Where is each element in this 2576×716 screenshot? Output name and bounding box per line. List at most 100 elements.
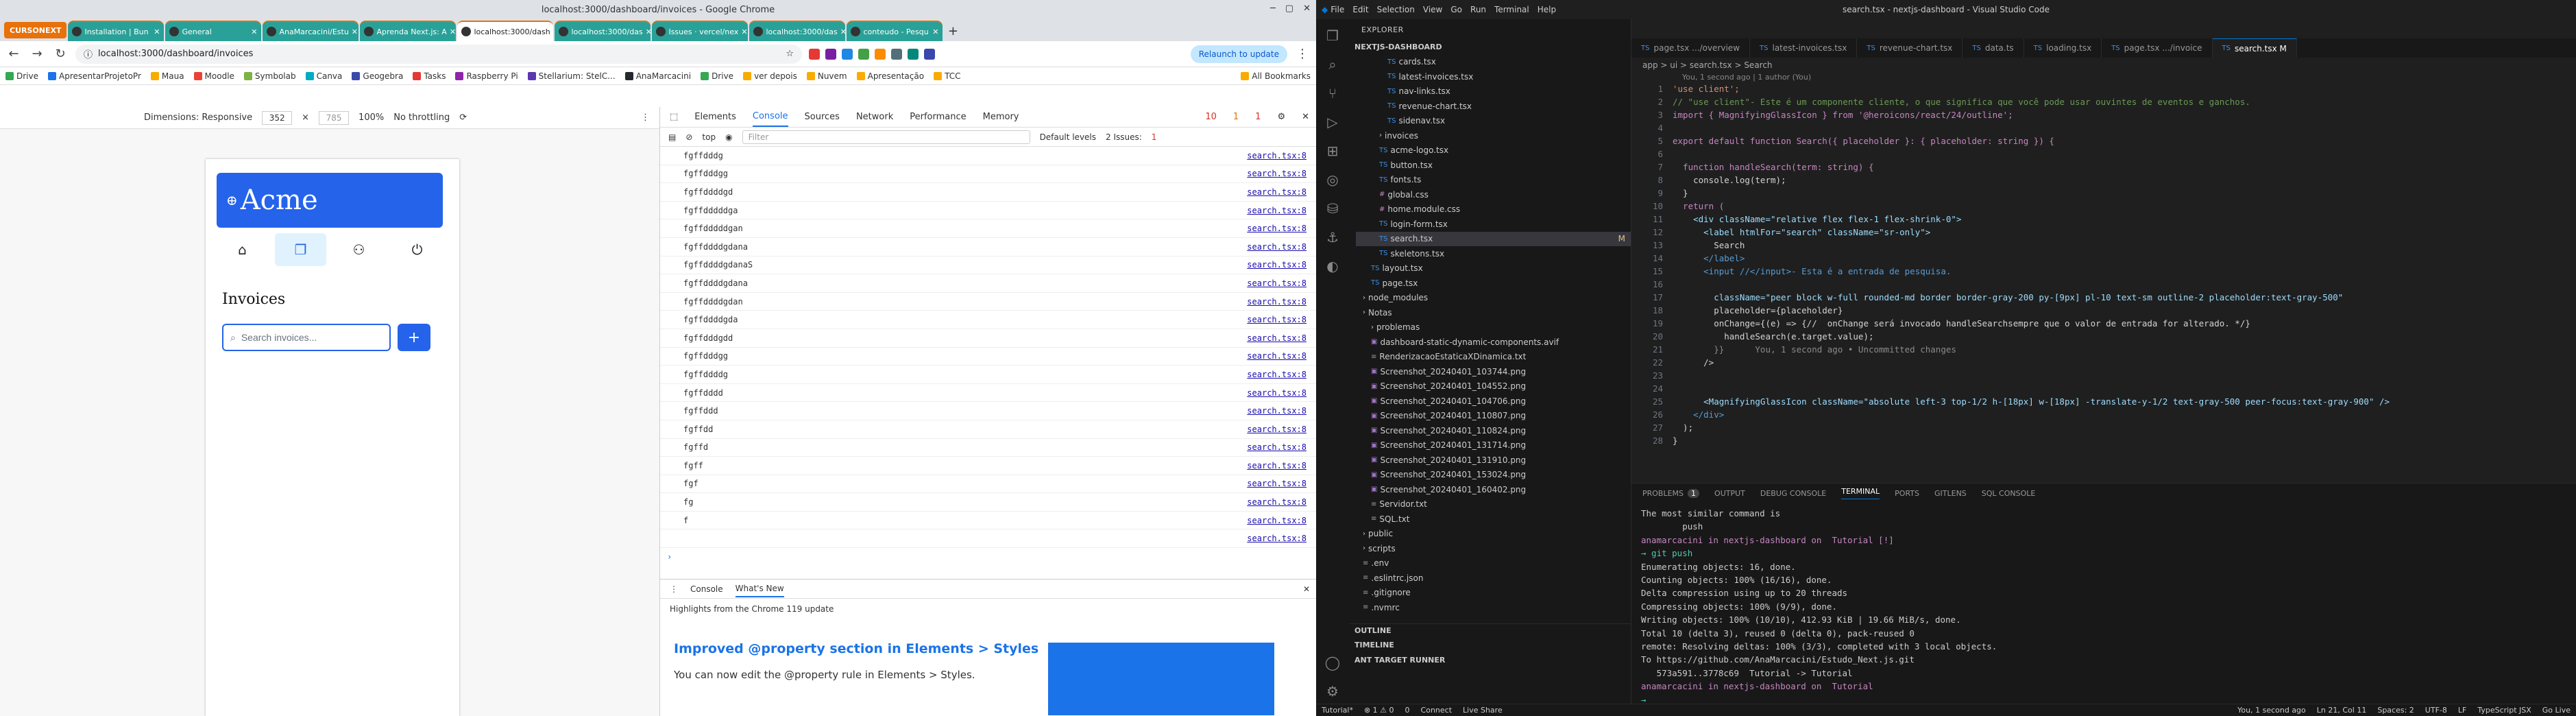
bookmark-item[interactable]: ver depois <box>743 71 797 81</box>
menu-file[interactable]: File <box>1330 5 1344 14</box>
source-control-icon[interactable]: ⑂ <box>1328 85 1337 102</box>
folder-item[interactable]: › invoices <box>1356 128 1631 143</box>
file-item[interactable]: TS sidenav.tsx <box>1356 114 1631 129</box>
file-item[interactable]: TS acme-logo.tsx <box>1356 143 1631 158</box>
terminal[interactable]: The most similar command is push anamarca… <box>1631 503 2576 711</box>
browser-tab[interactable]: AnaMarcacini/Estu ✕ <box>263 21 359 41</box>
filter-input[interactable]: Filter <box>742 130 1030 144</box>
log-source-link[interactable]: search.tsx:8 <box>1247 406 1307 416</box>
file-item[interactable]: TS fonts.ts <box>1356 173 1631 188</box>
eye-icon[interactable]: ◉ <box>725 132 732 142</box>
context-select[interactable]: top <box>702 132 716 142</box>
file-item[interactable]: ▣ Screenshot_20240401_103744.png <box>1356 364 1631 379</box>
bookmark-item[interactable]: Apresentação <box>856 71 924 81</box>
log-source-link[interactable]: search.tsx:8 <box>1247 224 1307 233</box>
folder-item[interactable]: › Notas <box>1356 305 1631 320</box>
rotate-icon[interactable]: ⟳ <box>459 112 467 123</box>
log-source-link[interactable]: search.tsx:8 <box>1247 442 1307 452</box>
log-source-link[interactable]: search.tsx:8 <box>1247 206 1307 215</box>
panel-tab-gitlens[interactable]: GITLENS <box>1934 489 1967 498</box>
height-input[interactable]: 785 <box>319 110 350 125</box>
branch-status[interactable]: Tutorial* <box>1322 706 1353 715</box>
file-item[interactable]: # home.module.css <box>1356 202 1631 217</box>
tab-close-icon[interactable]: ✕ <box>154 27 160 36</box>
drawer-menu-icon[interactable]: ⋮ <box>670 584 678 594</box>
file-item[interactable]: ▣ Screenshot_20240401_153024.png <box>1356 468 1631 483</box>
menu-help[interactable]: Help <box>1538 5 1556 14</box>
file-item[interactable]: ▣ Screenshot_20240401_160402.png <box>1356 482 1631 497</box>
file-item[interactable]: ▣ Screenshot_20240401_104552.png <box>1356 379 1631 394</box>
add-invoice-button[interactable]: + <box>398 324 430 351</box>
menu-go[interactable]: Go <box>1450 5 1462 14</box>
extension-icon[interactable] <box>809 48 820 60</box>
extension-icon[interactable] <box>875 48 886 60</box>
file-item[interactable]: ▣ Screenshot_20240401_110807.png <box>1356 409 1631 424</box>
log-source-link[interactable]: search.tsx:8 <box>1247 351 1307 361</box>
file-item[interactable]: TS page.tsx <box>1356 276 1631 291</box>
issues-label[interactable]: 2 Issues: <box>1106 132 1142 142</box>
reload-icon[interactable]: ↻ <box>52 47 69 61</box>
bookmark-item[interactable]: Canva <box>305 71 342 81</box>
tab-close-icon[interactable]: ✕ <box>646 27 651 36</box>
file-item[interactable]: TS button.tsx <box>1356 158 1631 173</box>
log-source-link[interactable]: search.tsx:8 <box>1247 260 1307 270</box>
menu-selection[interactable]: Selection <box>1377 5 1415 14</box>
tab-close-icon[interactable]: ✕ <box>932 27 938 36</box>
drawer-tab-whats-new[interactable]: What's New <box>735 581 784 597</box>
log-source-link[interactable]: search.tsx:8 <box>1247 370 1307 379</box>
tab-close-icon[interactable]: ✕ <box>553 27 554 36</box>
menu-view[interactable]: View <box>1423 5 1442 14</box>
log-source-link[interactable]: search.tsx:8 <box>1247 333 1307 343</box>
browser-tab[interactable]: localhost:3000/dash✕ <box>457 21 554 41</box>
log-source-link[interactable]: search.tsx:8 <box>1247 242 1307 252</box>
log-source-link[interactable]: search.tsx:8 <box>1247 425 1307 434</box>
zoom-select[interactable]: 100% <box>359 112 384 123</box>
log-source-link[interactable]: search.tsx:8 <box>1247 169 1307 178</box>
tab-close-icon[interactable]: ✕ <box>840 27 846 36</box>
menu-run[interactable]: Run <box>1470 5 1486 14</box>
panel-tab-sql-console[interactable]: SQL CONSOLE <box>1982 489 2036 498</box>
log-source-link[interactable]: search.tsx:8 <box>1247 297 1307 307</box>
search-input[interactable]: ⌕ Search invoices... <box>222 324 391 351</box>
editor-tab[interactable]: TS page.tsx .../invoice <box>2102 38 2213 58</box>
power-icon[interactable]: ⏻ <box>391 233 443 266</box>
devtools-settings-icon[interactable]: ⚙ <box>1277 112 1285 122</box>
log-source-link[interactable]: search.tsx:8 <box>1247 187 1307 197</box>
editor-tab[interactable]: TS revenue-chart.tsx <box>1857 38 1963 58</box>
file-item[interactable]: ≡ Servidor.txt <box>1356 497 1631 512</box>
throttle-select[interactable]: No throttling <box>393 112 450 123</box>
search-icon[interactable]: ⌕ <box>1328 56 1336 73</box>
ant-runner-section[interactable]: ANT TARGET RUNNER <box>1349 653 1631 668</box>
clear-console-icon[interactable]: ⊘ <box>685 132 692 142</box>
language-status[interactable]: TypeScript JSX <box>2477 706 2531 715</box>
file-item[interactable]: TS search.tsx M <box>1356 231 1631 246</box>
dimensions-select[interactable]: Dimensions: Responsive <box>144 112 252 123</box>
file-item[interactable]: TS login-form.tsx <box>1356 217 1631 232</box>
outline-section[interactable]: OUTLINE <box>1349 623 1631 639</box>
devtools-tab-network[interactable]: Network <box>856 112 893 122</box>
file-item[interactable]: ≡ .eslintrc.json <box>1356 571 1631 586</box>
file-item[interactable]: ▣ Screenshot_20240401_131910.png <box>1356 453 1631 468</box>
tab-close-icon[interactable]: ✕ <box>352 27 358 36</box>
extension-icon[interactable] <box>924 48 935 60</box>
file-item[interactable]: TS layout.tsx <box>1356 261 1631 276</box>
connect-status[interactable]: Connect <box>1421 706 1452 715</box>
folder-item[interactable]: › public <box>1356 527 1631 542</box>
bookmark-item[interactable]: All Bookmarks <box>1241 71 1311 81</box>
editor-tab[interactable]: TS search.tsx M <box>2212 38 2297 58</box>
run-debug-icon[interactable]: ▷ <box>1327 114 1337 130</box>
browser-tab[interactable]: Issues · vercel/nex ✕ <box>652 21 749 41</box>
error-count[interactable]: 10 <box>1205 112 1217 122</box>
timeline-section[interactable]: TIMELINE <box>1349 638 1631 653</box>
bookmark-star-icon[interactable]: ☆ <box>786 49 794 59</box>
bookmark-item[interactable]: Nuvem <box>806 71 847 81</box>
log-source-link[interactable]: search.tsx:8 <box>1247 151 1307 160</box>
bookmark-item[interactable]: Stellarium: StelC... <box>527 71 616 81</box>
menu-icon[interactable]: ⋮ <box>1294 47 1311 61</box>
file-item[interactable]: ▣ Screenshot_20240401_110824.png <box>1356 423 1631 438</box>
browser-tab[interactable]: Aprenda Next.js: A ✕ <box>360 21 457 41</box>
bookmark-item[interactable]: Raspberry Pi <box>455 71 518 81</box>
bookmark-item[interactable]: Moodle <box>193 71 234 81</box>
log-source-link[interactable]: search.tsx:8 <box>1247 534 1307 543</box>
close-icon[interactable]: ✕ <box>1303 3 1311 14</box>
